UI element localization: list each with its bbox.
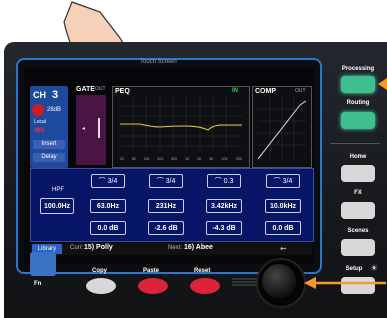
gate-meter xyxy=(98,118,100,138)
fn-label: Fn xyxy=(34,281,42,287)
freq-tick: 50 xyxy=(131,157,136,161)
band4-width-value: 3/4 xyxy=(282,178,293,185)
next-label: Next: xyxy=(168,245,183,251)
gate-out-label: OUT xyxy=(95,86,106,92)
freq-tick: 20K xyxy=(235,157,242,161)
bell-icon: ⌒ xyxy=(156,178,166,185)
band1-frequency[interactable]: 63.0Hz xyxy=(90,199,126,213)
bell-icon: ⌒ xyxy=(214,178,224,185)
freq-tick: 2K xyxy=(197,157,202,161)
freq-tick: 20 xyxy=(120,157,124,161)
peq-status: IN xyxy=(232,88,238,94)
eq-curve xyxy=(120,123,242,131)
arrow-processing-icon xyxy=(378,78,387,90)
band3-gain[interactable]: -4.3 dB xyxy=(206,221,242,235)
hpf-label: HPF xyxy=(52,187,64,193)
comp-title: COMP xyxy=(255,88,276,95)
fx-label: FX xyxy=(354,190,362,196)
routing-button[interactable] xyxy=(341,112,375,129)
rotary-encoder[interactable] xyxy=(262,264,296,298)
divider xyxy=(330,143,380,144)
band3-frequency[interactable]: 3.42kHz xyxy=(206,199,242,213)
band2-width-value: 3/4 xyxy=(165,178,176,185)
routing-label: Routing xyxy=(346,100,370,106)
band1-width[interactable]: ⌒ 3/4 xyxy=(91,174,125,188)
channel-number: 3 xyxy=(52,89,59,101)
freq-tick: 1K xyxy=(184,157,190,161)
band3-width[interactable]: ⌒ 0.3 xyxy=(207,174,241,188)
band4-frequency[interactable]: 10.0kHz xyxy=(265,199,301,213)
comp-graph xyxy=(258,97,306,159)
reset-button[interactable] xyxy=(190,278,220,294)
gate-pointer-icon: ◂ xyxy=(82,126,86,132)
brightness-icon: ☀ xyxy=(370,263,379,273)
gain-knob-icon[interactable] xyxy=(32,104,44,116)
arrow-encoder-icon xyxy=(304,277,386,289)
source-label: Local xyxy=(34,119,46,125)
band2-gain[interactable]: -2.6 dB xyxy=(148,221,184,235)
copy-label: Copy xyxy=(92,268,107,274)
paste-label: Paste xyxy=(143,268,160,274)
current-label: Curr: xyxy=(70,245,84,251)
channel-label: CH xyxy=(33,90,46,100)
bell-icon: ⌒ xyxy=(273,178,283,185)
band2-width[interactable]: ⌒ 3/4 xyxy=(149,174,183,188)
freq-tick: 5K xyxy=(209,157,214,161)
phantom-power-indicator: 48V xyxy=(34,128,45,134)
reset-label: Reset xyxy=(194,268,211,274)
gate-panel[interactable] xyxy=(76,95,106,165)
band4-gain[interactable]: 0.0 dB xyxy=(265,221,301,235)
usb-icon: ⇜ xyxy=(280,244,287,253)
hpf-frequency[interactable]: 100.0Hz xyxy=(40,198,74,214)
band2-frequency[interactable]: 231Hz xyxy=(148,199,184,213)
bell-icon: ⌒ xyxy=(98,178,108,185)
processing-label: Processing xyxy=(341,66,375,72)
freq-tick: 100 xyxy=(143,157,150,161)
freq-tick: 500 xyxy=(171,157,178,161)
band4-width[interactable]: ⌒ 3/4 xyxy=(266,174,300,188)
fn-button[interactable] xyxy=(30,252,56,276)
touch-screen-title: Touch Screen xyxy=(140,59,177,65)
scenes-button[interactable] xyxy=(341,239,375,256)
fx-button[interactable] xyxy=(341,202,375,219)
next-library-item: 16) Abee xyxy=(184,244,213,251)
delay-button[interactable]: Delay xyxy=(33,153,65,162)
peq-title: PEQ xyxy=(115,88,130,95)
scenes-label: Scenes xyxy=(347,228,369,234)
current-library-item: 15) Polly xyxy=(84,244,113,251)
paste-button[interactable] xyxy=(138,278,168,294)
gate-title: GATE xyxy=(76,86,95,93)
gain-value: 28dB xyxy=(47,107,62,113)
freq-tick: 10K xyxy=(221,157,228,161)
home-label: Home xyxy=(349,154,367,160)
insert-button[interactable]: Insert xyxy=(33,140,65,149)
band1-width-value: 3/4 xyxy=(107,178,118,185)
peq-graph[interactable] xyxy=(120,96,242,156)
freq-tick: 200 xyxy=(157,157,164,161)
home-button[interactable] xyxy=(341,165,375,182)
peq-freq-axis: 20 50 100 200 500 1K 2K 5K 10K 20K xyxy=(120,157,242,161)
copy-button[interactable] xyxy=(86,278,116,294)
processing-button[interactable] xyxy=(341,76,375,93)
band1-gain[interactable]: 0.0 dB xyxy=(90,221,126,235)
band3-width-value: 0.3 xyxy=(223,178,234,185)
comp-out-label: OUT xyxy=(295,88,306,94)
